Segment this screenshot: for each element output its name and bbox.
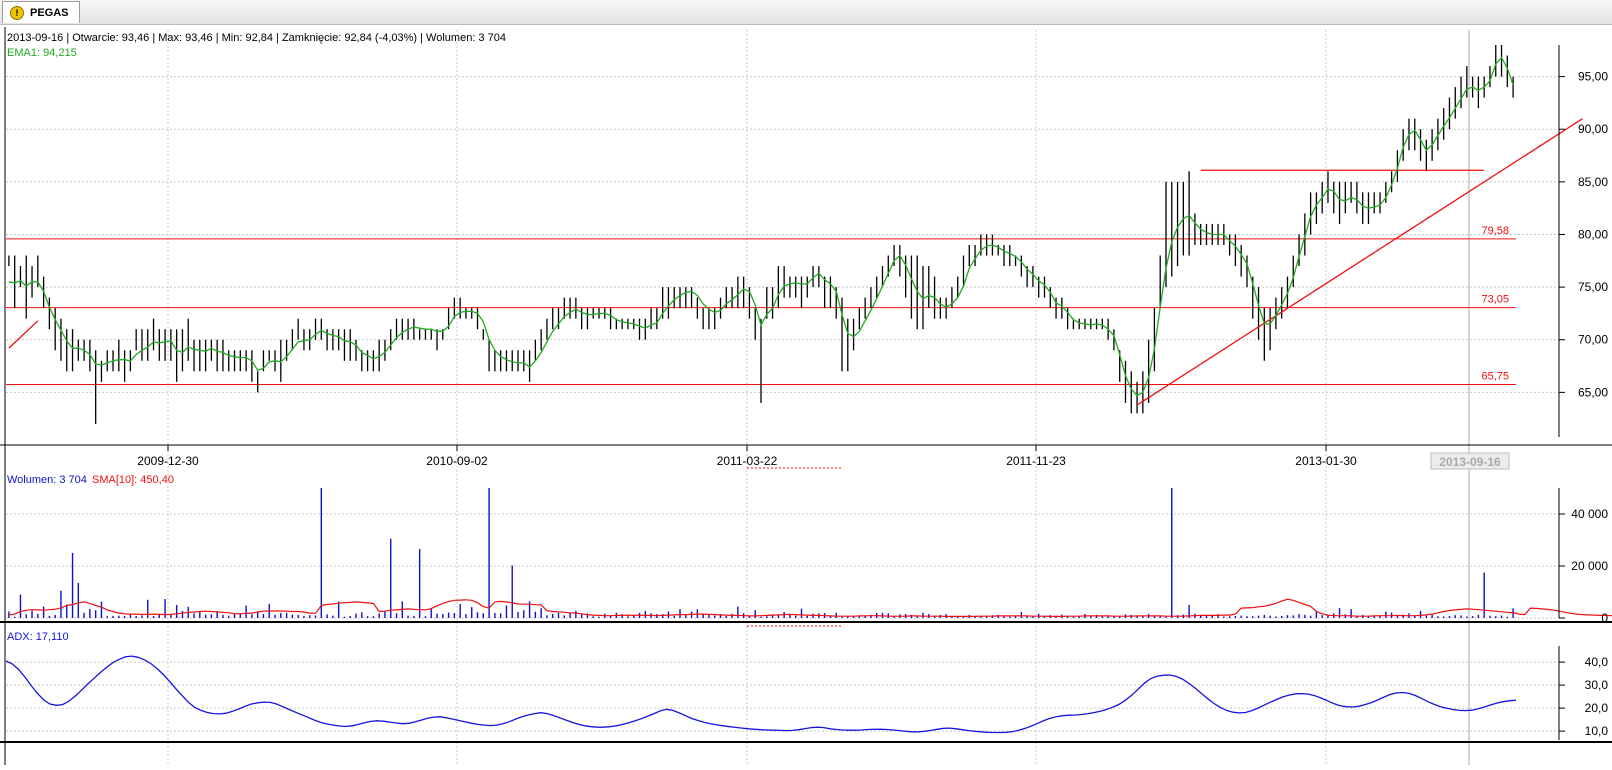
- axes: 2009-12-30 2010-09-02 2011-03-22 2011-11-23…: [0, 27, 1612, 765]
- chart-svg[interactable]: 79,58 73,05 65,75 2009-12-30 2010-09-02 2011…: [0, 25, 1612, 767]
- adx-y-label: 30,0: [1585, 678, 1609, 692]
- tab-pegas[interactable]: ! PEGAS: [2, 1, 80, 23]
- price-y-label: 95,00: [1578, 70, 1608, 84]
- chart-area[interactable]: 79,58 73,05 65,75 2009-12-30 2010-09-02 2011…: [0, 25, 1612, 767]
- x-tick-label: 2011-03-22: [717, 454, 778, 468]
- volume-y-label: 40 000: [1571, 507, 1608, 521]
- adx-label: ADX: 17,110: [7, 631, 69, 643]
- volume-y-label: 0: [1601, 611, 1608, 625]
- tab-bar: ! PEGAS: [0, 0, 1612, 25]
- volume-panel: [8, 488, 1612, 618]
- ema-label: EMA1: 94,215: [7, 47, 77, 59]
- sma-line: [8, 598, 1612, 617]
- adx-line: [5, 655, 1517, 734]
- level-label: 79,58: [1481, 225, 1509, 237]
- adx-y-label: 20,0: [1585, 701, 1609, 715]
- x-tick-label: 2011-11-23: [1006, 454, 1066, 468]
- x-tick-label: 2013-01-30: [1295, 454, 1357, 468]
- trend-line: [8, 320, 39, 349]
- grid: [6, 30, 1559, 765]
- price-y-label: 75,00: [1578, 280, 1608, 294]
- warning-icon: !: [10, 5, 24, 20]
- volume-y-label: 20 000: [1571, 559, 1608, 573]
- adx-panel: [5, 655, 1517, 734]
- adx-y-label: 40,0: [1585, 655, 1609, 669]
- price-y-label: 65,00: [1578, 385, 1608, 399]
- x-tick-label: 2010-09-02: [426, 454, 488, 468]
- price-y-label: 70,00: [1578, 333, 1608, 347]
- ohlc-info: 2013-09-16 | Otwarcie: 93,46 | Max: 93,4…: [7, 32, 506, 44]
- price-y-label: 85,00: [1578, 175, 1608, 189]
- level-label: 73,05: [1481, 294, 1509, 306]
- trend-line: [1136, 118, 1583, 406]
- volume-label: Wolumen: 3 704: [7, 474, 87, 486]
- sma-label: SMA[10]: 450,40: [92, 474, 174, 486]
- x-tick-label: 2009-12-30: [137, 454, 199, 468]
- cursor-date-label: 2013-09-16: [1439, 455, 1501, 469]
- tab-label: PEGAS: [30, 6, 69, 19]
- price-y-label: 80,00: [1578, 227, 1608, 241]
- price-y-label: 90,00: [1578, 122, 1608, 136]
- level-label: 65,75: [1481, 370, 1509, 382]
- adx-y-label: 10,0: [1585, 724, 1609, 738]
